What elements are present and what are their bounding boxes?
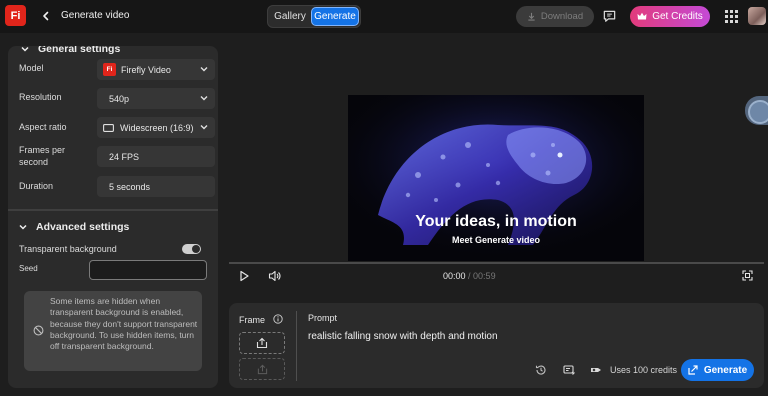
- video-player[interactable]: Your ideas, in motion Meet Generate vide…: [348, 95, 644, 261]
- duration-value: 5 seconds: [109, 181, 151, 192]
- generate-icon: [688, 365, 698, 375]
- advanced-settings-header[interactable]: Advanced settings: [19, 221, 129, 233]
- generate-button[interactable]: Generate: [681, 359, 754, 381]
- view-switcher: Gallery Generate: [267, 5, 361, 28]
- info-icon[interactable]: [273, 314, 283, 324]
- settings-panel: General settings Model Fi Firefly Video …: [8, 46, 218, 388]
- seed-input[interactable]: [89, 260, 207, 280]
- section-divider: [8, 209, 218, 211]
- top-bar: Fi Generate video Gallery Generate Downl…: [0, 0, 768, 33]
- history-icon[interactable]: [535, 364, 547, 376]
- chevron-down-icon: [200, 96, 208, 101]
- video-subline: Meet Generate video: [451, 235, 541, 245]
- prompt-panel: Frame Prompt realistic falling snow with…: [229, 303, 764, 388]
- chevron-down-icon: [200, 67, 208, 72]
- transparent-background-label: Transparent background: [19, 244, 117, 254]
- end-frame-upload[interactable]: [239, 358, 285, 380]
- general-settings-header[interactable]: General settings: [21, 46, 120, 55]
- prompt-input[interactable]: realistic falling snow with depth and mo…: [308, 331, 498, 342]
- video-timecode: 00:00 / 00:59: [443, 271, 496, 281]
- model-select[interactable]: Fi Firefly Video: [97, 59, 215, 80]
- panel-divider: [296, 311, 297, 381]
- aspect-ratio-select[interactable]: Widescreen (16:9): [97, 117, 215, 138]
- settings-sliders-icon[interactable]: [563, 364, 575, 376]
- get-credits-label: Get Credits: [652, 11, 703, 22]
- play-icon[interactable]: [238, 270, 250, 282]
- model-value: Firefly Video: [121, 64, 171, 75]
- current-time: 00:00: [443, 271, 466, 281]
- fps-value: 24 FPS: [109, 151, 140, 162]
- download-icon: [528, 12, 535, 21]
- duration-label: Duration: [19, 181, 54, 191]
- upload-icon: [256, 337, 268, 349]
- widescreen-icon: [103, 123, 114, 132]
- upload-icon: [257, 364, 267, 374]
- fps-label-line1: Frames per: [19, 145, 66, 155]
- seed-label: Seed: [19, 264, 38, 273]
- transparent-background-toggle[interactable]: [182, 244, 201, 254]
- chevron-left-icon: [43, 11, 49, 21]
- resolution-select[interactable]: 540p: [97, 88, 215, 109]
- time-separator: /: [465, 271, 474, 281]
- fullscreen-icon[interactable]: [742, 270, 753, 281]
- crown-icon: [637, 12, 647, 20]
- get-credits-button[interactable]: Get Credits: [630, 6, 710, 27]
- video-progress-bar[interactable]: [229, 262, 764, 264]
- credits-icon: [591, 368, 601, 372]
- video-headline: Your ideas, in motion: [415, 213, 577, 230]
- total-time: 00:59: [473, 271, 496, 281]
- aspect-ratio-value: Widescreen (16:9): [120, 122, 194, 133]
- fps-label-line2: second: [19, 157, 49, 167]
- video-preview-area: Your ideas, in motion Meet Generate vide…: [229, 46, 764, 288]
- model-label: Model: [19, 63, 44, 73]
- chevron-down-icon: [19, 224, 27, 230]
- credits-cost: Uses 100 credits: [610, 365, 678, 375]
- download-label: Download: [540, 11, 584, 22]
- generate-label: Generate: [703, 364, 748, 376]
- prompt-label: Prompt: [308, 313, 338, 323]
- back-button[interactable]: [38, 8, 54, 24]
- resolution-label: Resolution: [19, 92, 62, 102]
- tab-gallery[interactable]: Gallery: [269, 7, 311, 26]
- frame-label: Frame: [239, 315, 266, 325]
- fps-select[interactable]: 24 FPS: [97, 146, 215, 167]
- aspect-ratio-label: Aspect ratio: [19, 122, 67, 132]
- chevron-down-icon: [21, 46, 29, 52]
- apps-grid-icon[interactable]: [725, 10, 738, 23]
- resolution-value: 540p: [109, 93, 130, 104]
- download-button[interactable]: Download: [516, 6, 594, 27]
- tab-generate[interactable]: Generate: [311, 7, 359, 26]
- feedback-icon[interactable]: [602, 9, 617, 24]
- notice-text: Some items are hidden when transparent b…: [50, 296, 198, 352]
- hidden-items-notice: Some items are hidden when transparent b…: [24, 291, 202, 371]
- user-avatar[interactable]: [748, 7, 766, 25]
- firefly-logo[interactable]: Fi: [5, 5, 26, 26]
- blocked-icon: [33, 325, 44, 336]
- duration-select[interactable]: 5 seconds: [97, 176, 215, 197]
- assistant-handle[interactable]: [745, 96, 768, 125]
- firefly-model-icon: Fi: [103, 63, 116, 76]
- volume-icon[interactable]: [268, 270, 281, 282]
- advanced-settings-title: Advanced settings: [36, 221, 130, 233]
- general-settings-title: General settings: [38, 46, 121, 55]
- page-title: Generate video: [61, 10, 130, 21]
- start-frame-upload[interactable]: [239, 332, 285, 354]
- chevron-down-icon: [200, 125, 208, 130]
